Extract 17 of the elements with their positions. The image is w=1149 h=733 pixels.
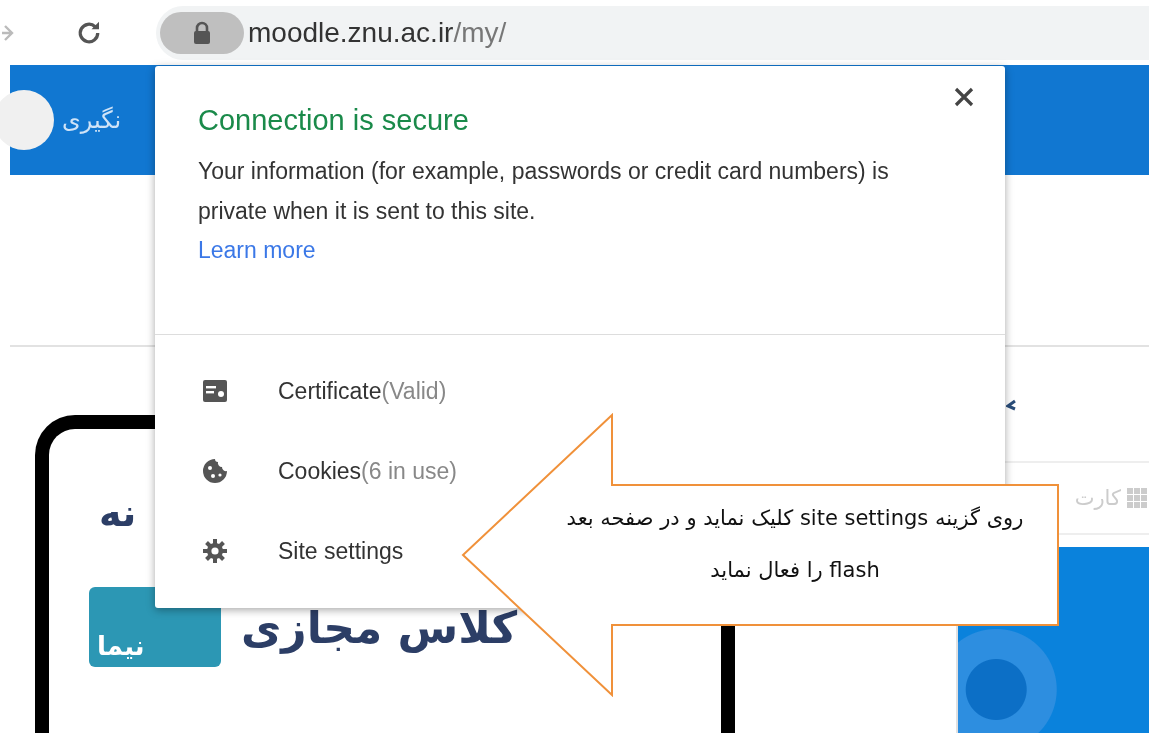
lock-icon[interactable] (191, 20, 213, 45)
url-text: moodle.znu.ac.ir/my/ (248, 16, 507, 49)
settings-icon (202, 538, 228, 564)
logo-title: کلاس مجازی (241, 601, 518, 653)
address-bar[interactable]: moodle.znu.ac.ir/my/ (156, 5, 1149, 60)
avatar-icon[interactable] (0, 90, 54, 150)
close-icon[interactable] (953, 86, 975, 108)
callout-text: روی گزینه site settings کلیک نماید و در صفحه بعد flash را فعال نماید (565, 505, 1025, 584)
learn-more-link[interactable]: Learn more (198, 231, 316, 269)
security-description: Your information (for example, passwords or credit card numbers) is private when it is sent to this site. (198, 157, 890, 226)
card-heading: نه (99, 491, 137, 535)
chevron-icon[interactable] (1006, 399, 1016, 411)
popup-menu-item[interactable]: Certificate(Valid) (155, 351, 453, 431)
certificate-icon (202, 379, 228, 403)
cookie-icon (202, 458, 228, 484)
popup-menu-item[interactable]: Cookies(6 in use) (155, 431, 463, 511)
popup-title: Connection is secure (198, 104, 470, 137)
